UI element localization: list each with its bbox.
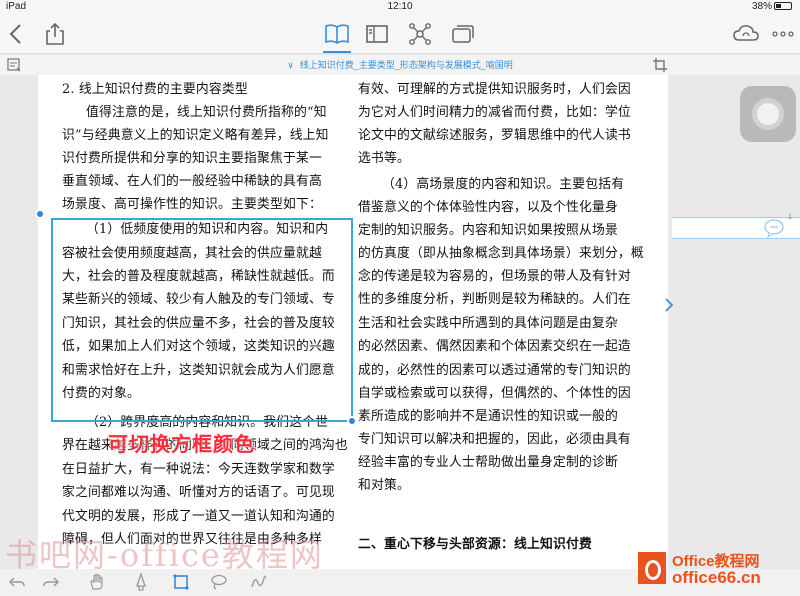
cloud-sync-button[interactable] xyxy=(732,22,760,46)
text-line: 有效、可理解的方式提供知识服务时，人们会因 xyxy=(358,82,631,97)
chevron-left-icon xyxy=(9,24,21,44)
battery-status: 38% xyxy=(752,1,792,12)
text-line: 定制的知识服务。内容和知识如果按照从场景 xyxy=(358,223,618,238)
document-title[interactable]: ∨ 线上知识付费_主要类型_形态架构与发展模式_喻国明 xyxy=(0,58,800,71)
sidebar-layout-icon xyxy=(366,25,388,43)
mindmap-icon xyxy=(409,23,431,45)
text-line: 为它对人们时间精力的减省而付费，比如：学位 xyxy=(358,105,631,120)
open-book-icon xyxy=(325,24,349,44)
text-line: 选书等。 xyxy=(358,151,410,166)
battery-icon xyxy=(774,2,792,10)
text-line: 的仿真度（即从抽象概念到具体场景）来划分，概 xyxy=(358,246,644,261)
logo-line-2: office66.cn xyxy=(672,568,761,587)
crop-icon[interactable] xyxy=(652,57,668,73)
site-watermark: 书吧网-office教程网 xyxy=(5,536,324,574)
chevron-right-icon[interactable] xyxy=(662,290,676,320)
top-toolbar xyxy=(0,14,800,54)
text-line: （4）高场景度的内容和知识。主要包括有 xyxy=(382,177,625,192)
text-line: 专门知识可以解决和把握的，因此，必须由具有 xyxy=(358,432,631,447)
comment-count: 1 xyxy=(788,214,792,221)
text-line: 代文明的发展，形成了一道又一道认知和沟通的 xyxy=(62,509,335,524)
clock: 12:10 xyxy=(387,1,413,12)
selection-handle-bottom-right[interactable] xyxy=(347,416,357,426)
text-line: 成的，必然性的因素可以透过通常的专门知识的 xyxy=(358,363,631,378)
text-line: 生活和社会实践中所遇到的具体问题是由复杂 xyxy=(358,316,618,331)
text-line: 性的多维度分析，判断则是较为稀缺的。人们在 xyxy=(358,292,631,307)
active-tab-indicator xyxy=(323,51,351,53)
section-heading: 二、重心下移与头部资源：线上知识付费 xyxy=(358,537,592,552)
text-line: 识付费所提供和分享的知识主要指聚焦于某一 xyxy=(62,151,322,166)
outline-button[interactable] xyxy=(364,22,390,46)
status-bar: iPad 12:10 38% xyxy=(0,0,800,14)
reading-mode-button[interactable] xyxy=(324,22,350,46)
site-logo: Office教程网 office66.cn xyxy=(638,548,798,592)
assistive-touch-button[interactable] xyxy=(740,86,796,142)
mindmap-button[interactable] xyxy=(407,22,433,46)
document-title-text: 线上知识付费_主要类型_形态架构与发展模式_喻国明 xyxy=(299,60,513,70)
text-line: 在日益扩大，有一种说法：今天连数学家和数学 xyxy=(62,462,335,477)
document-title-bar: ∨ 线上知识付费_主要类型_形态架构与发展模式_喻国明 xyxy=(0,55,800,75)
section-heading: 2. 线上知识付费的主要内容类型 xyxy=(62,82,248,97)
text-line: 值得注意的是，线上知识付费所指称的“知 xyxy=(86,105,327,120)
battery-percent: 38% xyxy=(751,1,772,12)
cards-button[interactable] xyxy=(450,22,476,46)
more-button[interactable] xyxy=(770,22,796,46)
text-line: 的必然因素、偶然因素和个体因素交织在一起造 xyxy=(358,339,631,354)
text-line: 识”与经典意义上的知识定义略有差异，线上知 xyxy=(62,128,329,143)
text-line: 场景度、高可操作性的知识。主要类型如下： xyxy=(62,197,322,212)
selection-handle-top-left[interactable] xyxy=(35,209,45,219)
right-margin xyxy=(668,75,800,569)
text-line: 经验丰富的专业人士帮助做出量身定制的诊断 xyxy=(358,455,618,470)
text-line: 和对策。 xyxy=(358,478,410,493)
overlay-caption: 可切换方框颜色 xyxy=(108,434,255,456)
office-logo-icon xyxy=(638,552,666,584)
back-button[interactable] xyxy=(6,22,26,46)
cloud-sync-icon xyxy=(733,25,759,41)
text-line: 借鉴意义的个体体验性内容，以及个性化量身 xyxy=(358,200,618,215)
text-line: 论文中的文献综述服务，罗辑思维中的代人读书 xyxy=(358,128,631,143)
stacked-cards-icon xyxy=(452,25,474,43)
text-line: 自学或检索或可以获得，但偶然的、个体性的因 xyxy=(358,386,631,401)
share-button[interactable] xyxy=(42,22,68,46)
chevron-down-icon: ∨ xyxy=(287,60,294,70)
text-line: 家之间都难以沟通、听懂对方的话语了。可见现 xyxy=(62,485,335,500)
assistive-dot xyxy=(757,103,779,125)
comment-bubble-icon[interactable] xyxy=(763,218,785,238)
share-icon xyxy=(46,22,64,45)
text-line: 素所造成的影响并不是通识性的知识或一般的 xyxy=(358,409,618,424)
more-dots-icon xyxy=(772,31,794,37)
selection-box[interactable] xyxy=(51,218,353,422)
text-line: 垂直领域、在人们的一般经验中稀缺的具有高 xyxy=(62,174,322,189)
text-line: 念的传递是较为容易的，但场景的带人及有针对 xyxy=(358,269,631,284)
